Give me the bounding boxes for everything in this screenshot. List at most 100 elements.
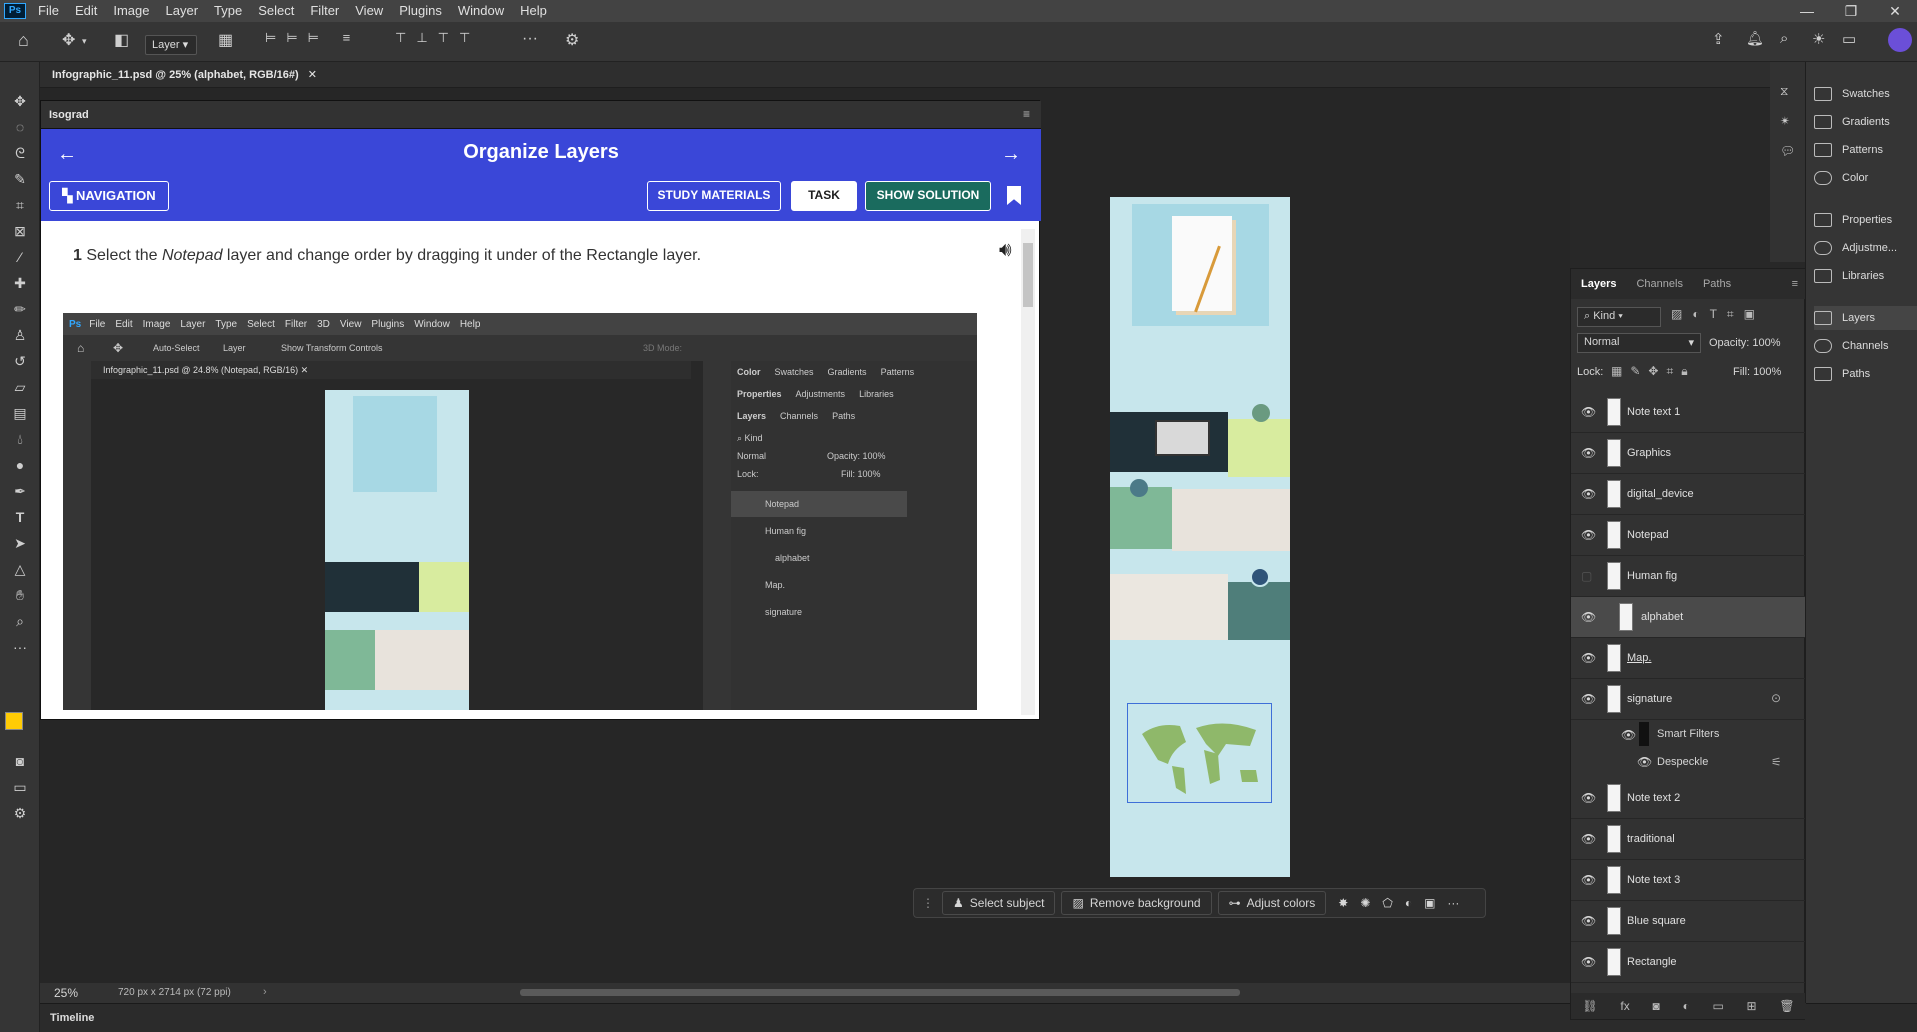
quick-mask-icon[interactable]: ◙ — [10, 752, 30, 770]
panel-libraries[interactable]: Libraries — [1814, 264, 1884, 288]
drag-handle-icon[interactable]: ⋮ — [922, 896, 934, 910]
stamp-tool-icon[interactable]: ♙ — [10, 326, 30, 344]
ps-logo[interactable]: Ps — [4, 3, 26, 19]
brush-settings-icon[interactable]: ✴ — [1780, 114, 1790, 128]
timeline-tab[interactable]: Timeline — [50, 1012, 94, 1024]
menu-plugins[interactable]: Plugins — [391, 0, 450, 22]
share-icon[interactable]: ⇪ — [1712, 30, 1725, 48]
isograd-scroll-thumb[interactable] — [1023, 243, 1033, 307]
panel-menu-icon[interactable]: ≡ — [1023, 107, 1030, 121]
eye-icon[interactable]: 👁︎ — [1581, 405, 1596, 419]
home-icon[interactable]: ⌂ — [18, 30, 29, 51]
panel-layers[interactable]: Layers — [1814, 306, 1917, 330]
eye-icon[interactable]: 👁︎ — [1581, 528, 1596, 542]
more-tools-icon[interactable]: ··· — [10, 638, 30, 656]
eye-icon[interactable]: 👁︎ — [1637, 755, 1652, 769]
selection-bounding-box[interactable] — [1127, 703, 1272, 803]
smart-filters-row[interactable]: 👁︎ Smart Filters — [1571, 720, 1806, 748]
pen-tool-icon[interactable]: ✒ — [10, 482, 30, 500]
opacity-control[interactable]: Opacity: 100% — [1709, 337, 1781, 349]
zoom-tool-icon[interactable]: ⌕ — [10, 612, 30, 630]
healing-brush-icon[interactable]: ✚ — [10, 274, 30, 292]
panel-gradients[interactable]: Gradients — [1814, 110, 1890, 134]
more-options-icon[interactable]: ··· — [522, 30, 538, 48]
bell-icon[interactable]: 🔔︎ — [1746, 30, 1764, 47]
panel-patterns[interactable]: Patterns — [1814, 138, 1883, 162]
layer-row[interactable]: 👁︎ Note text 3 — [1571, 860, 1806, 901]
discover-icon[interactable]: ☀ — [1812, 30, 1825, 48]
eye-icon[interactable]: 👁︎ — [1581, 446, 1596, 460]
menu-type[interactable]: Type — [206, 0, 250, 22]
workspace-icon[interactable]: ▭ — [1842, 30, 1856, 48]
auto-select-icon[interactable]: ◧ — [114, 30, 129, 50]
tab-paths[interactable]: Paths — [1693, 278, 1741, 290]
avatar[interactable] — [1888, 28, 1912, 52]
hand-tool-icon[interactable]: ✋︎ — [10, 586, 30, 604]
document-tab[interactable]: Infographic_11.psd @ 25% (alphabet, RGB/… — [52, 68, 317, 81]
layer-row[interactable]: ▢ Human fig — [1571, 556, 1806, 597]
distribute-icons[interactable]: ⊤⊥⊤⊤ — [395, 30, 480, 46]
sparkle-icon[interactable]: ✺ — [1360, 896, 1370, 910]
lasso-tool-icon[interactable]: ᘓ — [10, 144, 30, 162]
mask-icon[interactable]: ◐ — [1405, 896, 1412, 910]
eye-icon[interactable]: 👁︎ — [1581, 487, 1596, 501]
horizontal-scrollbar[interactable] — [520, 989, 1240, 996]
eye-icon[interactable]: 👁︎ — [1621, 728, 1636, 742]
eye-icon[interactable]: 👁︎ — [1581, 651, 1596, 665]
menu-filter[interactable]: Filter — [302, 0, 347, 22]
close-icon[interactable]: ✕ — [1873, 0, 1917, 22]
task-button[interactable]: TASK — [791, 181, 857, 211]
panel-menu-icon[interactable]: ≡ — [1784, 278, 1806, 290]
eye-hidden-icon[interactable]: ▢ — [1581, 569, 1595, 583]
navigation-button[interactable]: ▚ NAVIGATION — [49, 181, 169, 211]
lock-icons[interactable]: ▦✎✥⌗🔒︎ — [1611, 364, 1696, 379]
move-tool-icon[interactable]: ✥ — [62, 30, 75, 50]
layer-row[interactable]: 👁︎ Map. — [1571, 638, 1806, 679]
panel-color[interactable]: Color — [1814, 166, 1868, 190]
menu-file[interactable]: File — [30, 0, 67, 22]
move-tool-icon[interactable]: ✥ — [10, 92, 30, 110]
history-brush-icon[interactable]: ↺ — [10, 352, 30, 370]
eye-icon[interactable]: 👁︎ — [1581, 692, 1596, 706]
despeckle-row[interactable]: 👁︎ Despeckle ⚟ — [1571, 748, 1806, 776]
adjustment-layer-icon[interactable]: ◐ — [1682, 999, 1689, 1013]
link-layers-icon[interactable]: ⛓︎ — [1582, 999, 1597, 1013]
brush-tool-icon[interactable]: ✏ — [10, 300, 30, 318]
enhance-icon[interactable]: ✸ — [1338, 896, 1348, 910]
panel-swatches[interactable]: Swatches — [1814, 82, 1890, 106]
transform-icon[interactable]: ⬠ — [1382, 896, 1392, 910]
shape-tool-icon[interactable]: △ — [10, 560, 30, 578]
show-solution-button[interactable]: SHOW SOLUTION — [865, 181, 991, 211]
gradient-tool-icon[interactable]: ▤ — [10, 404, 30, 422]
eye-icon[interactable]: 👁︎ — [1581, 610, 1596, 624]
comment-icon[interactable]: 💬︎ — [1780, 144, 1795, 158]
path-select-icon[interactable]: ➤ — [10, 534, 30, 552]
trash-icon[interactable]: 🗑︎ — [1779, 999, 1794, 1013]
layer-row[interactable]: 👁︎ Note text 1 — [1571, 392, 1806, 433]
study-materials-button[interactable]: STUDY MATERIALS — [647, 181, 781, 211]
layer-row[interactable]: 👁︎ traditional — [1571, 819, 1806, 860]
layer-row[interactable]: 👁︎ Graphics — [1571, 433, 1806, 474]
frame-tool-icon[interactable]: ⊠ — [10, 222, 30, 240]
marquee-tool-icon[interactable]: ◌ — [10, 118, 30, 136]
adjust-colors-button[interactable]: ⊶ Adjust colors — [1217, 891, 1327, 915]
kind-filter-dropdown[interactable]: ⌕ Kind ▾ — [1577, 307, 1661, 327]
eye-icon[interactable]: 👁︎ — [1581, 955, 1596, 969]
document-canvas[interactable] — [1110, 197, 1290, 877]
menu-help[interactable]: Help — [512, 0, 555, 22]
layer-row[interactable]: 👁︎ Blue square — [1571, 901, 1806, 942]
eye-icon[interactable]: 👁︎ — [1581, 914, 1596, 928]
fx-icon[interactable]: fx — [1620, 999, 1629, 1013]
type-tool-icon[interactable]: T — [10, 508, 30, 526]
remove-background-button[interactable]: ▨ Remove background — [1061, 891, 1212, 915]
bookmark-icon[interactable] — [1007, 186, 1021, 205]
add-mask-icon[interactable]: ◙ — [1652, 999, 1659, 1013]
opacity-value[interactable]: 100% — [1752, 337, 1780, 349]
new-layer-icon[interactable]: ⊞ — [1747, 999, 1757, 1013]
align-icons[interactable]: ⊨⊨⊨ ≡ — [265, 30, 360, 46]
transform-controls-icon[interactable]: ▦ — [218, 30, 233, 50]
filter-icons[interactable]: ▨◐T⌗▣ — [1671, 307, 1765, 322]
quick-select-icon[interactable]: ✎ — [10, 170, 30, 188]
eye-icon[interactable]: 👁︎ — [1581, 832, 1596, 846]
layer-row[interactable]: 👁︎ digital_device — [1571, 474, 1806, 515]
